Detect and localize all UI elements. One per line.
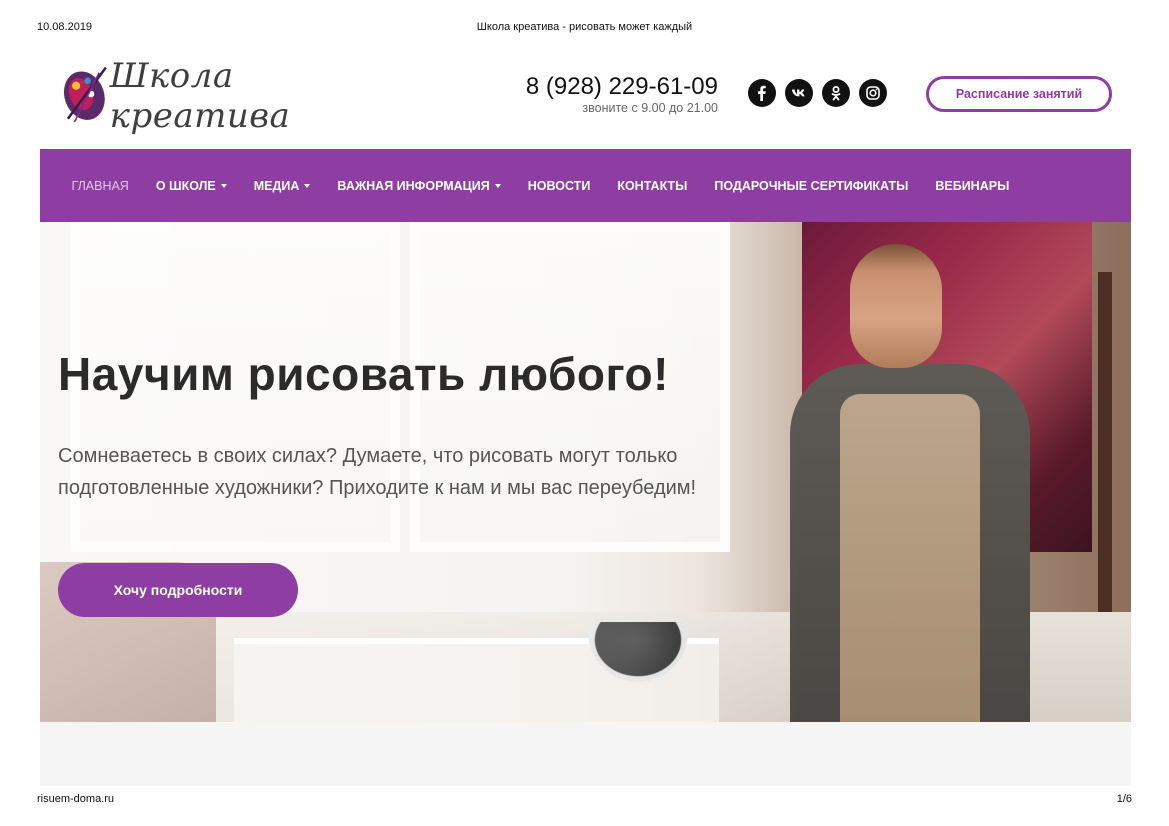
caret-down-icon — [220, 183, 227, 188]
print-page-number: 1/6 — [1116, 793, 1132, 805]
nav-item-news[interactable]: НОВОСТИ — [514, 179, 604, 193]
nav-item-label: ПОДАРОЧНЫЕ СЕРТИФИКАТЫ — [714, 178, 909, 193]
nav-item-label: ГЛАВНАЯ — [71, 178, 129, 193]
phone-hours: звоните с 9.00 до 21.00 — [582, 101, 718, 115]
print-url: risuem-doma.ru — [37, 793, 115, 805]
artist-head — [850, 244, 942, 368]
nav-item-label: О ШКОЛЕ — [155, 178, 216, 193]
nav-item-label: ВАЖНАЯ ИНФОРМАЦИЯ — [337, 178, 490, 193]
schedule-button[interactable]: Расписание занятий — [926, 76, 1112, 112]
caret-down-icon — [494, 183, 501, 188]
nav-item-label: ВЕБИНАРЫ — [935, 178, 1010, 193]
print-footer: risuem-doma.ru 1/6 — [37, 793, 1132, 807]
hero-banner: Научим рисовать любого! Сомневаетесь в с… — [40, 222, 1131, 722]
nav-item-contacts[interactable]: КОНТАКТЫ — [604, 179, 701, 193]
print-page-title: Школа креатива - рисовать может каждый — [476, 21, 693, 33]
logo-text: Школа креатива — [109, 56, 291, 136]
nav-item-label: НОВОСТИ — [527, 178, 591, 193]
nav-item-media[interactable]: МЕДИА — [240, 179, 324, 193]
social-links — [748, 79, 887, 107]
nav-item-important-info[interactable]: ВАЖНАЯ ИНФОРМАЦИЯ — [324, 179, 514, 193]
nav-item-label: КОНТАКТЫ — [617, 178, 688, 193]
caret-down-icon — [304, 183, 311, 188]
site-logo[interactable]: Школа креатива — [58, 52, 370, 136]
nav-item-gift-certificates[interactable]: ПОДАРОЧНЫЕ СЕРТИФИКАТЫ — [701, 179, 922, 193]
more-details-button[interactable]: Хочу подробности — [58, 563, 298, 617]
site-header: Школа креатива 8 (928) 229-61-09 звоните… — [40, 48, 1131, 148]
artist-photo — [770, 244, 1090, 722]
main-nav: ГЛАВНАЯ О ШКОЛЕ МЕДИА ВАЖНАЯ ИНФОРМАЦИЯ … — [40, 149, 1131, 222]
artist-apron — [840, 394, 980, 722]
phone-number[interactable]: 8 (928) 229-61-09 — [510, 74, 718, 100]
content-section-top — [40, 722, 1131, 786]
hero-title: Научим рисовать любого! — [58, 348, 669, 400]
contact-phone-block: 8 (928) 229-61-09 звоните с 9.00 до 21.0… — [510, 74, 718, 116]
nav-item-label: МЕДИА — [253, 178, 300, 193]
print-header: 10.08.2019 Школа креатива - рисовать мож… — [37, 21, 1132, 35]
palette-logo-icon — [63, 66, 107, 123]
instagram-icon[interactable] — [859, 79, 887, 107]
odnoklassniki-icon[interactable] — [822, 79, 850, 107]
nav-item-home[interactable]: ГЛАВНАЯ — [58, 179, 142, 193]
hero-subtitle: Сомневаетесь в своих силах? Думаете, что… — [58, 445, 697, 499]
nav-item-webinars[interactable]: ВЕБИНАРЫ — [922, 179, 1023, 193]
facebook-icon[interactable] — [748, 79, 776, 107]
nav-item-about[interactable]: О ШКОЛЕ — [142, 179, 240, 193]
vk-icon[interactable] — [785, 79, 813, 107]
